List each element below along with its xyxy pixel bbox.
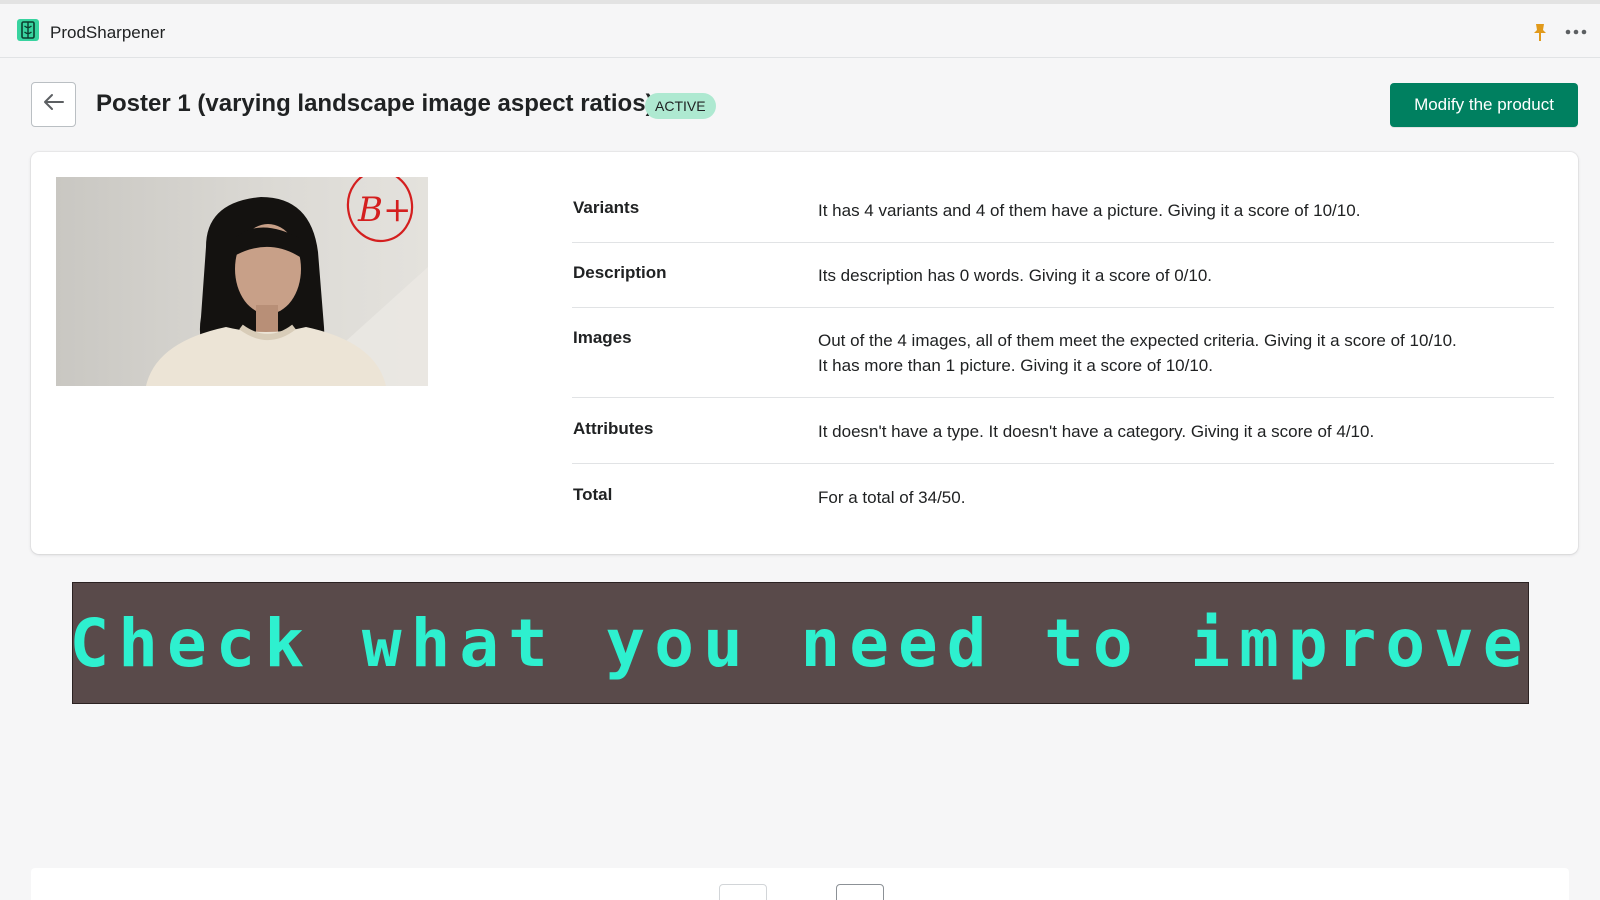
- promo-banner: Check what you need to improve: [69, 582, 1532, 704]
- product-image[interactable]: B+: [56, 177, 428, 386]
- table-row: Attributes It doesn't have a type. It do…: [572, 398, 1554, 464]
- row-value-images-line2: It has more than 1 picture. Giving it a …: [818, 356, 1213, 375]
- book-icon: [17, 19, 39, 41]
- score-table: Variants It has 4 variants and 4 of them…: [572, 177, 1554, 530]
- row-label-variants: Variants: [573, 198, 640, 217]
- row-value-images-line1: Out of the 4 images, all of them meet th…: [818, 331, 1457, 350]
- grade-text: B+: [357, 190, 411, 230]
- pagination-card: [31, 868, 1569, 900]
- table-row: Images Out of the 4 images, all of them …: [572, 308, 1554, 398]
- pin-icon[interactable]: [1531, 22, 1549, 42]
- table-row: Variants It has 4 variants and 4 of them…: [572, 177, 1554, 243]
- page-title: Poster 1 (varying landscape image aspect…: [96, 90, 654, 117]
- status-badge: ACTIVE: [645, 93, 716, 119]
- app-topbar: ProdSharpener: [0, 4, 1600, 58]
- row-value-total: For a total of 34/50.: [818, 488, 966, 507]
- app-name: ProdSharpener: [50, 23, 166, 42]
- row-label-attributes: Attributes: [573, 419, 654, 438]
- row-value-variants: It has 4 variants and 4 of them have a p…: [818, 201, 1361, 220]
- row-value-images: Out of the 4 images, all of them meet th…: [818, 328, 1554, 397]
- grade-mark: B+: [344, 177, 416, 245]
- table-row: Total For a total of 34/50.: [572, 464, 1554, 530]
- table-row: Description Its description has 0 words.…: [572, 243, 1554, 308]
- row-label-description: Description: [573, 263, 667, 282]
- row-label-images: Images: [573, 328, 632, 347]
- score-card: B+ Variants It has 4 variants and 4 of t…: [31, 152, 1578, 554]
- pagination-next-button[interactable]: [836, 884, 884, 900]
- pagination-prev-button[interactable]: [719, 884, 767, 900]
- back-button[interactable]: [31, 82, 76, 127]
- row-label-total: Total: [573, 485, 613, 504]
- arrow-left-icon: [43, 93, 65, 116]
- row-value-attributes: It doesn't have a type. It doesn't have …: [818, 422, 1375, 441]
- banner-text: Check what you need to improve: [69, 604, 1532, 682]
- more-horizontal-icon[interactable]: [1564, 22, 1588, 42]
- modify-product-button[interactable]: Modify the product: [1390, 83, 1578, 127]
- row-value-description: Its description has 0 words. Giving it a…: [818, 266, 1213, 285]
